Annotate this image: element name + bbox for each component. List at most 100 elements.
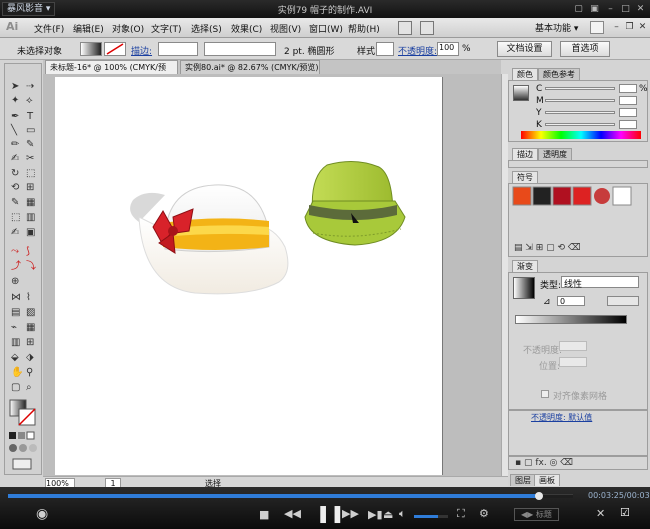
subtitle-button[interactable]: ◀▶ 标题 (514, 508, 559, 521)
frame-step-icon[interactable]: ▶▮ (368, 508, 383, 521)
svg-text:⟆: ⟆ (26, 246, 30, 257)
svg-text:⟡: ⟡ (26, 95, 33, 106)
align-pixel-checkbox[interactable] (541, 390, 549, 398)
control-bar: 未选择对象 描边: 2 pt. 椭圆形 样式: 不透明度: 100 % 文档设置… (0, 38, 650, 60)
menu-window[interactable]: 窗口(W) (309, 22, 343, 35)
tab-document-example80[interactable]: 实例80.ai* @ 82.67% (CMYK/预览) (180, 60, 320, 74)
black-field[interactable] (619, 120, 637, 129)
white-hat-illustration[interactable] (130, 184, 289, 295)
cyan-slider[interactable] (545, 87, 615, 90)
tab-symbols[interactable]: 符号 (512, 171, 538, 183)
magenta-field[interactable] (619, 96, 637, 105)
fullscreen-icon[interactable]: ⛶ (457, 507, 465, 521)
svg-text:⤳: ⤳ (11, 246, 19, 257)
black-slider[interactable] (545, 123, 615, 126)
volume-icon[interactable]: 🔈︎ (399, 507, 406, 521)
style-swatch[interactable] (376, 42, 394, 56)
tab-document-untitled[interactable]: 未标题-16* @ 100% (CMYK/预览) (45, 60, 178, 85)
svg-text:✎: ✎ (11, 197, 19, 208)
menu-help[interactable]: 帮助(H) (348, 22, 380, 35)
bridge-icon[interactable] (398, 21, 412, 35)
menu-select[interactable]: 选择(S) (191, 22, 222, 35)
menu-view[interactable]: 视图(V) (270, 22, 301, 35)
variable-width-field[interactable] (204, 42, 276, 56)
workspace-label: 基本功能 (535, 24, 572, 34)
cyan-field[interactable] (619, 84, 637, 93)
eye-icon[interactable]: ◉ (36, 506, 48, 522)
percent-sign: % (639, 84, 648, 94)
tab-color-guide[interactable]: 颜色参考 (538, 68, 580, 80)
playlist-icon[interactable]: ☑ (620, 506, 630, 519)
gradient-location-field[interactable] (559, 357, 587, 367)
color-spectrum[interactable] (521, 131, 641, 139)
yellow-field[interactable] (619, 108, 637, 117)
yellow-label: Y (536, 108, 542, 118)
workspace-switcher[interactable]: 基本功能 ▾ (535, 21, 578, 34)
opacity-label[interactable]: 不透明度: (398, 44, 437, 57)
opacity-field[interactable]: 100 (437, 42, 459, 56)
search-icon[interactable] (590, 21, 604, 34)
svg-text:⊞: ⊞ (26, 337, 34, 348)
angle-field[interactable]: 0 (557, 296, 585, 306)
menu-effect[interactable]: 效果(C) (231, 22, 262, 35)
mini-mode-icon[interactable]: ▣ (588, 3, 601, 15)
brush-definition[interactable]: 2 pt. 椭圆形 (284, 44, 335, 57)
svg-text:⋈: ⋈ (11, 292, 21, 303)
stroke-weight-field[interactable] (158, 42, 198, 56)
align-pixel-label: 对齐像素网格 (553, 392, 608, 402)
symbol-thumbnails: ▤ ⇲ ⊞ ▢ ⟲ ⌫ (512, 186, 632, 253)
menu-file[interactable]: 文件(F) (34, 22, 64, 35)
maximize-icon[interactable]: □ (619, 3, 632, 15)
seek-handle[interactable] (535, 492, 543, 500)
stroke-swatch[interactable] (104, 42, 126, 56)
menu-type[interactable]: 文字(T) (151, 22, 182, 35)
menu-object[interactable]: 对象(O) (112, 22, 144, 35)
next-icon[interactable]: ▶▶ (342, 507, 359, 520)
tab-artboards[interactable]: 画板 (534, 474, 560, 486)
svg-text:▨: ▨ (26, 307, 35, 318)
tab-color[interactable]: 颜色 (512, 68, 538, 80)
gradient-type-select[interactable]: 线性 (561, 276, 639, 290)
green-bucket-hat-illustration[interactable] (304, 161, 406, 246)
gradient-opacity-field[interactable] (559, 341, 587, 351)
svg-text:➤: ➤ (11, 81, 19, 92)
tab-gradient[interactable]: 渐变 (512, 260, 538, 272)
aspect-field[interactable] (607, 296, 639, 306)
gradient-location-label: 位置: (539, 362, 561, 372)
pin-icon[interactable]: ▢ (572, 3, 585, 15)
open-file-icon[interactable]: ⏏ (383, 508, 393, 521)
close-icon[interactable]: ✕ (634, 3, 647, 15)
document-settings-button[interactable]: 文档设置 (497, 41, 552, 57)
tab-transparency[interactable]: 透明度 (538, 148, 572, 160)
gradient-slider[interactable] (515, 315, 627, 324)
yellow-slider[interactable] (545, 111, 615, 114)
fill-swatch[interactable] (80, 42, 102, 56)
skin-icon[interactable]: ✕ (596, 507, 605, 520)
gradient-type-label: 类型: (540, 281, 562, 291)
menu-edit[interactable]: 编辑(E) (73, 22, 104, 35)
settings-icon[interactable]: ⚙ (479, 507, 489, 520)
previous-icon[interactable]: ◀◀ (284, 507, 301, 520)
doc-close-icon[interactable]: ✕ (636, 21, 649, 33)
pause-icon[interactable]: ❚❚ (316, 504, 345, 524)
svg-text:⟲: ⟲ (11, 182, 20, 193)
minimize-icon[interactable]: – (604, 3, 617, 15)
tools-panel: ➤ ⇢ ✦ ⟡ ✒ T ╲ ▭ ✏ ✎ ✍ ✂ ↻ ⬚ ⟲ ⊞ ✎ ▦ ⬚ ▥ ✍ ▣ ⤳ ⟆ ⤴ ⤵ ⊕… (4, 63, 42, 475)
magenta-slider[interactable] (545, 99, 615, 102)
vertical-scrollbar[interactable] (501, 74, 508, 476)
tab-stroke[interactable]: 描边 (512, 148, 538, 160)
svg-text:▥: ▥ (26, 212, 35, 223)
tab-layers[interactable]: 图层 (510, 474, 536, 486)
doc-restore-icon[interactable]: ❐ (623, 21, 636, 33)
stroke-label[interactable]: 描边: (131, 44, 152, 57)
arrange-documents-icon[interactable] (420, 21, 434, 35)
appearance-opacity-row[interactable]: 不透明度: 默认值 (531, 412, 592, 423)
artboard[interactable] (55, 77, 443, 475)
gradient-preview[interactable] (513, 277, 535, 299)
player-menu-button[interactable]: 暴风影音 ▾ (2, 2, 56, 16)
fill-color-chip[interactable] (513, 85, 529, 101)
doc-minimize-icon[interactable]: – (610, 21, 623, 33)
preferences-button[interactable]: 首选项 (560, 41, 610, 57)
cyan-label: C (536, 84, 543, 94)
stop-icon[interactable]: ■ (259, 508, 269, 521)
